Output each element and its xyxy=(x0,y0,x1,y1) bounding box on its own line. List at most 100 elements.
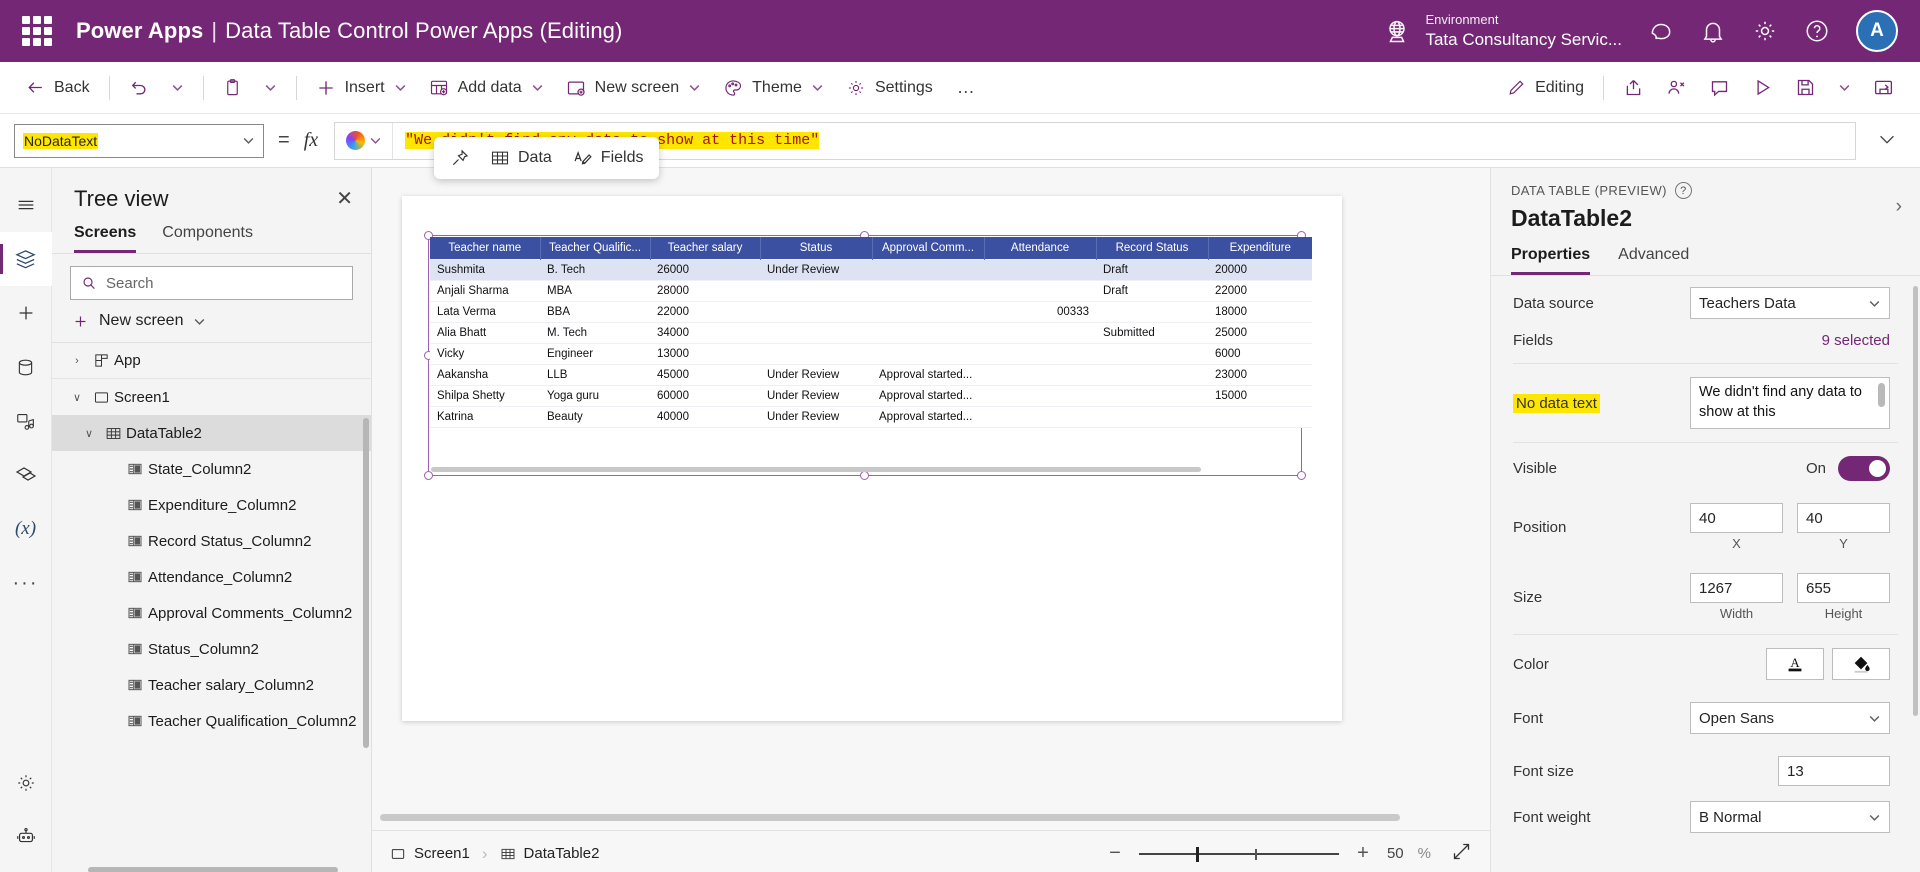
column-header-attendance[interactable]: Attendance xyxy=(984,237,1097,260)
copilot-studio-icon[interactable] xyxy=(0,810,52,864)
publish-button[interactable] xyxy=(1863,70,1904,105)
chevron-down-icon[interactable]: ∨ xyxy=(66,391,88,404)
font-size-input[interactable]: 13 xyxy=(1778,756,1890,786)
tree-node-expenditure-column2[interactable]: Expenditure_Column2 xyxy=(52,487,371,523)
resize-handle-bottom-left[interactable] xyxy=(424,471,433,480)
tab-components[interactable]: Components xyxy=(162,224,253,253)
zoom-out-button[interactable]: − xyxy=(1105,842,1125,865)
tree-node-attendance-column2[interactable]: Attendance_Column2 xyxy=(52,559,371,595)
size-height-input[interactable]: 655 xyxy=(1797,573,1890,603)
fit-screen-button[interactable] xyxy=(1445,841,1472,867)
fields-selected-link[interactable]: 9 selected xyxy=(1822,332,1890,349)
column-header-expenditure[interactable]: Expenditure xyxy=(1208,237,1312,260)
datatable-horizontal-scrollbar[interactable] xyxy=(431,467,1201,472)
tab-screens[interactable]: Screens xyxy=(74,224,137,253)
hamburger-icon[interactable] xyxy=(0,178,52,232)
size-width-input[interactable]: 1267 xyxy=(1690,573,1783,603)
preview-app-button[interactable] xyxy=(1742,70,1783,105)
column-header-teacher-salary[interactable]: Teacher salary xyxy=(650,237,761,260)
close-icon[interactable]: ✕ xyxy=(336,189,353,209)
help-icon[interactable] xyxy=(1804,18,1830,44)
properties-scrollbar[interactable] xyxy=(1913,286,1918,716)
position-y-input[interactable]: 40 xyxy=(1797,503,1890,533)
zoom-slider[interactable] xyxy=(1138,846,1339,862)
table-row[interactable]: Aakansha LLB 45000 Under Review Approval… xyxy=(430,364,1312,386)
settings-button[interactable]: Settings xyxy=(836,71,943,105)
position-x-input[interactable]: 40 xyxy=(1690,503,1783,533)
canvas-horizontal-scrollbar[interactable] xyxy=(380,814,1400,821)
power-automate-icon[interactable] xyxy=(0,448,52,502)
avatar[interactable]: A xyxy=(1856,10,1898,52)
search-input[interactable]: Search xyxy=(70,266,353,300)
data-button[interactable]: Data xyxy=(490,148,552,168)
fields-button[interactable]: Fields xyxy=(572,148,643,169)
settings-icon[interactable] xyxy=(0,756,52,810)
font-color-button[interactable]: A xyxy=(1766,648,1824,680)
copilot-icon[interactable] xyxy=(1648,18,1674,44)
editing-mode-button[interactable]: Editing xyxy=(1497,71,1594,104)
font-weight-select[interactable]: B Normal xyxy=(1690,801,1890,833)
undo-button[interactable] xyxy=(119,71,159,105)
environment-picker[interactable]: Environment Tata Consultancy Servic... xyxy=(1383,12,1622,50)
tree-node-datatable2[interactable]: ∨ DataTable2 xyxy=(52,415,371,451)
paste-dropdown[interactable] xyxy=(254,74,287,101)
data-source-select[interactable]: Teachers Data xyxy=(1690,287,1890,319)
tree-node-app[interactable]: › App xyxy=(52,343,371,379)
tree-node-state-column2[interactable]: State_Column2 xyxy=(52,451,371,487)
data-icon[interactable] xyxy=(0,340,52,394)
table-row[interactable]: Vicky Engineer 13000 6000 xyxy=(430,343,1312,365)
new-screen-button[interactable]: New screen xyxy=(556,71,711,105)
table-row[interactable]: Lata Verma BBA 22000 00333 18000 xyxy=(430,301,1312,323)
breadcrumb-screen1[interactable]: Screen1 xyxy=(390,845,470,862)
app-launcher-icon[interactable] xyxy=(22,16,52,46)
help-icon[interactable]: ? xyxy=(1674,182,1692,199)
breadcrumb-datatable2[interactable]: DataTable2 xyxy=(500,845,599,862)
back-button[interactable]: Back xyxy=(16,71,100,104)
pin-button[interactable] xyxy=(450,148,470,168)
coauthor-button[interactable] xyxy=(1656,70,1697,105)
tree-node-teacher-qualification-column2[interactable]: Teacher Qualification_Column2 xyxy=(52,703,371,739)
table-row[interactable]: Shilpa Shetty Yoga guru 60000 Under Revi… xyxy=(430,385,1312,407)
table-row[interactable]: Sushmita B. Tech 26000 Under Review Draf… xyxy=(430,259,1312,281)
property-selector[interactable]: NoDataText xyxy=(14,123,264,158)
visible-toggle[interactable] xyxy=(1838,456,1890,481)
chevron-right-icon[interactable]: › xyxy=(66,355,88,367)
chevron-down-icon[interactable]: ∨ xyxy=(78,427,100,440)
more-icon[interactable]: ··· xyxy=(0,556,52,610)
table-row[interactable]: Anjali Sharma MBA 28000 Draft 22000 xyxy=(430,280,1312,302)
paste-button[interactable] xyxy=(213,71,252,104)
tree-node-record-status-column2[interactable]: Record Status_Column2 xyxy=(52,523,371,559)
column-header-record-status[interactable]: Record Status xyxy=(1096,237,1209,260)
save-button[interactable] xyxy=(1785,70,1826,105)
insert-button[interactable]: Insert xyxy=(306,71,417,105)
media-icon[interactable] xyxy=(0,394,52,448)
column-header-approval-comments[interactable]: Approval Comm... xyxy=(872,237,985,260)
tree-view-icon[interactable] xyxy=(0,232,52,286)
formula-copilot-button[interactable] xyxy=(335,122,394,159)
collapse-panel-button[interactable]: › xyxy=(1896,196,1902,218)
tree-node-teacher-salary-column2[interactable]: Teacher salary_Column2 xyxy=(52,667,371,703)
table-row[interactable]: Alia Bhatt M. Tech 34000 Submitted 25000 xyxy=(430,322,1312,344)
textarea-scrollbar[interactable] xyxy=(1878,383,1885,407)
theme-button[interactable]: Theme xyxy=(713,71,834,105)
more-commands-button[interactable]: … xyxy=(945,70,989,105)
column-header-teacher-qualification[interactable]: Teacher Qualific... xyxy=(540,237,651,260)
font-select[interactable]: Open Sans xyxy=(1690,702,1890,734)
column-header-status[interactable]: Status xyxy=(760,237,873,260)
table-row[interactable]: Katrina Beauty 40000 Under Review Approv… xyxy=(430,406,1312,428)
no-data-text-input[interactable]: We didn't find any data to show at this xyxy=(1690,377,1890,429)
save-dropdown[interactable] xyxy=(1828,74,1861,101)
insert-icon[interactable] xyxy=(0,286,52,340)
resize-handle-bottom-center[interactable] xyxy=(860,471,869,480)
new-screen-button[interactable]: New screen xyxy=(52,304,371,343)
tree-vertical-scrollbar[interactable] xyxy=(363,418,369,748)
gear-icon[interactable] xyxy=(1752,18,1778,44)
share-button[interactable] xyxy=(1613,70,1654,105)
variables-icon[interactable]: (x) xyxy=(0,502,52,556)
undo-dropdown[interactable] xyxy=(161,74,194,101)
tab-advanced[interactable]: Advanced xyxy=(1618,246,1689,275)
tab-properties[interactable]: Properties xyxy=(1511,246,1591,275)
tree-horizontal-scrollbar[interactable] xyxy=(88,867,338,872)
tree-node-screen1[interactable]: ∨ Screen1 xyxy=(52,379,371,415)
fill-color-button[interactable] xyxy=(1832,648,1890,680)
